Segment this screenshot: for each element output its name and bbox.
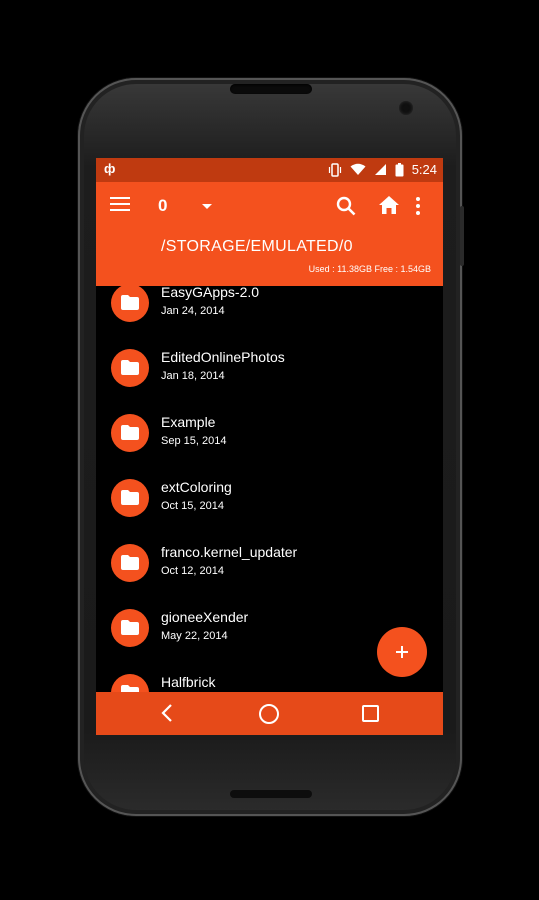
wifi-icon bbox=[350, 163, 366, 175]
vibrate-icon bbox=[328, 162, 341, 177]
status-bar: ф 5:24 bbox=[96, 158, 443, 182]
current-path: /STORAGE/EMULATED/0 bbox=[161, 238, 353, 255]
hamburger-menu-icon[interactable] bbox=[110, 197, 130, 213]
folder-icon bbox=[111, 544, 149, 582]
file-date: Oct 15, 2014 bbox=[161, 500, 224, 512]
add-fab-button[interactable] bbox=[377, 627, 427, 677]
bottom-speaker bbox=[230, 790, 312, 798]
signal-icon bbox=[374, 164, 386, 175]
file-date: Sep 15, 2014 bbox=[161, 435, 227, 447]
file-date: Jan 24, 2014 bbox=[161, 305, 225, 317]
home-nav-icon[interactable] bbox=[259, 704, 279, 724]
folder-icon bbox=[111, 479, 149, 517]
notification-icon: ф bbox=[104, 161, 116, 176]
power-button bbox=[460, 206, 464, 266]
file-name: Halfbrick bbox=[161, 674, 216, 690]
list-item[interactable]: extColoring Oct 15, 2014 bbox=[96, 479, 443, 544]
list-item[interactable]: Example Sep 15, 2014 bbox=[96, 414, 443, 479]
more-options-icon[interactable] bbox=[415, 197, 421, 215]
file-name: gioneeXender bbox=[161, 609, 249, 625]
file-name: franco.kernel_updater bbox=[161, 544, 298, 560]
home-icon[interactable] bbox=[378, 195, 400, 215]
recent-apps-icon[interactable] bbox=[362, 705, 379, 722]
folder-icon bbox=[111, 349, 149, 387]
list-item[interactable]: Halfbrick bbox=[96, 674, 443, 692]
front-camera bbox=[399, 101, 413, 115]
file-name: EditedOnlinePhotos bbox=[161, 349, 285, 365]
file-date: Oct 12, 2014 bbox=[161, 565, 224, 577]
tab-selector-count[interactable]: 0 bbox=[158, 196, 167, 216]
search-icon[interactable] bbox=[336, 196, 356, 216]
storage-usage: Used : 11.38GB Free : 1.54GB bbox=[308, 264, 431, 274]
folder-icon bbox=[111, 286, 149, 322]
navigation-bar bbox=[96, 692, 443, 735]
dropdown-arrow-icon[interactable] bbox=[202, 204, 212, 209]
clock: 5:24 bbox=[411, 162, 437, 177]
screen: ф 5:24 0 /STORAGE/EMULATED/0 Used: 11.3… bbox=[96, 158, 443, 735]
status-icons: 5:24 bbox=[328, 162, 437, 177]
folder-icon bbox=[111, 674, 149, 692]
list-item[interactable]: EasyGApps-2.0 Jan 24, 2014 bbox=[96, 286, 443, 349]
battery-icon bbox=[395, 162, 404, 176]
app-bar: 0 /STORAGE/EMULATED/0 Used : 11.38GB Fre… bbox=[96, 182, 443, 286]
file-name: extColoring bbox=[161, 479, 232, 495]
file-name: Example bbox=[161, 414, 216, 430]
file-name: EasyGApps-2.0 bbox=[161, 286, 260, 300]
list-item[interactable]: EditedOnlinePhotos Jan 18, 2014 bbox=[96, 349, 443, 414]
back-icon[interactable] bbox=[160, 704, 174, 722]
file-date: May 22, 2014 bbox=[161, 630, 228, 642]
earpiece-speaker bbox=[230, 84, 312, 94]
folder-icon bbox=[111, 414, 149, 452]
folder-icon bbox=[111, 609, 149, 647]
file-date: Jan 18, 2014 bbox=[161, 370, 225, 382]
list-item[interactable]: franco.kernel_updater Oct 12, 2014 bbox=[96, 544, 443, 609]
